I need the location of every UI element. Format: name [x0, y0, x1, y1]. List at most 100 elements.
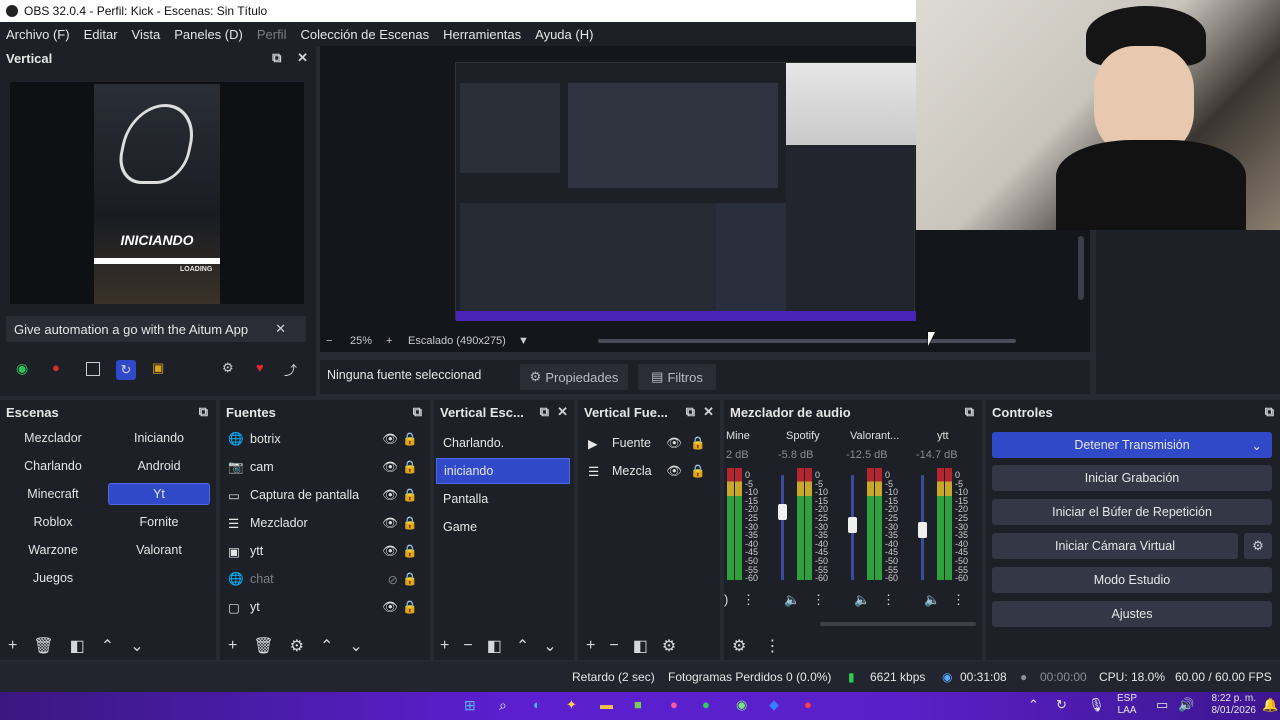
settings-button[interactable]: Ajustes — [992, 601, 1272, 627]
vertical-source-row[interactable]: ☰ Mezcla 👁 🔒 — [588, 458, 716, 484]
studio-mode-button[interactable]: Modo Estudio — [992, 567, 1272, 593]
volume-icon[interactable]: 🔊 — [1178, 697, 1194, 713]
trash-icon[interactable]: 🗑 — [253, 636, 273, 656]
float-icon[interactable]: ⧉ — [413, 404, 422, 420]
lock-icon[interactable]: 🔒 — [690, 436, 706, 451]
source-row[interactable]: 🌐 botrix 👁 🔒 — [228, 426, 428, 452]
zoom-in-button[interactable]: + — [386, 335, 392, 347]
folder-icon[interactable]: ▬ — [600, 697, 613, 712]
menu-perfil[interactable]: Perfil — [257, 27, 287, 42]
minecraft-icon[interactable]: ■ — [634, 697, 642, 712]
search-icon[interactable]: ⌕ — [499, 697, 507, 714]
add-icon[interactable]: + — [586, 637, 595, 655]
record-icon[interactable]: ● — [52, 360, 60, 375]
eye-icon[interactable]: 👁 — [382, 432, 398, 447]
share-icon[interactable]: ⤴ — [284, 360, 297, 379]
vertical-source-row[interactable]: ▶ Fuente 👁 🔒 — [588, 430, 716, 456]
chevron-up-icon[interactable]: ⌃ — [101, 636, 114, 656]
zoom-out-button[interactable]: − — [326, 335, 332, 347]
source-row[interactable]: ☰ Mezclador 👁 🔒 — [228, 510, 428, 536]
filter-icon[interactable]: ◧ — [487, 636, 502, 656]
lock-icon[interactable]: 🔒 — [402, 460, 418, 475]
edge-icon[interactable]: ◐ — [533, 697, 541, 712]
menu-herramientas[interactable]: Herramientas — [443, 27, 521, 42]
app-icon[interactable]: ◉ — [736, 697, 747, 713]
scene-roblox[interactable]: Roblox — [4, 511, 102, 533]
discord-icon[interactable]: ● — [670, 697, 678, 712]
scene-mezclador[interactable]: Mezclador — [4, 427, 102, 449]
source-row[interactable]: 📷 cam 👁 🔒 — [228, 454, 428, 480]
filter-icon[interactable]: ◧ — [70, 636, 85, 656]
float-icon[interactable]: ⧉ — [272, 50, 281, 66]
close-icon[interactable]: ✕ — [275, 321, 286, 337]
more-icon[interactable]: ⋮ — [742, 592, 755, 608]
chevron-down-icon[interactable]: ⌄ — [349, 636, 362, 656]
vertical-scene-iniciando[interactable]: iniciando — [436, 458, 570, 484]
filters-button[interactable]: ▤ Filtros — [638, 364, 716, 390]
start-replay-buffer-button[interactable]: Iniciar el Búfer de Repetición — [992, 499, 1272, 525]
sync-icon[interactable]: ↻ — [1056, 697, 1067, 713]
chevron-down-icon[interactable]: ⌄ — [130, 636, 143, 656]
stop-stream-button[interactable]: Detener Transmisión ⌄ — [992, 432, 1272, 458]
remove-icon[interactable]: − — [463, 637, 472, 655]
menu-paneles[interactable]: Paneles (D) — [174, 27, 243, 42]
eye-icon[interactable]: 👁 — [382, 544, 398, 559]
vertical-preview[interactable]: INICIANDO LOADING — [10, 82, 304, 304]
gear-icon[interactable]: ⚙ — [662, 636, 676, 656]
start-virtual-camera-button[interactable]: Iniciar Cámara Virtual — [992, 533, 1238, 559]
trash-icon[interactable]: 🗑 — [33, 636, 53, 656]
fader-knob[interactable] — [848, 517, 857, 533]
fader-knob[interactable] — [918, 522, 927, 539]
more-icon[interactable]: ⋮ — [882, 592, 895, 608]
notification-icon[interactable]: 🔔 — [1262, 697, 1278, 713]
chevron-down-icon[interactable]: ⌄ — [543, 636, 556, 656]
network-icon[interactable]: ▭ — [1156, 697, 1168, 713]
volume-icon[interactable]: 🔈 — [924, 592, 940, 608]
float-icon[interactable]: ⧉ — [965, 404, 974, 420]
scene-android[interactable]: Android — [108, 455, 210, 477]
eye-icon[interactable]: 👁 — [666, 436, 682, 451]
gear-icon[interactable]: ⚙ — [732, 636, 746, 656]
vertical-scene-pantalla[interactable]: Pantalla — [436, 486, 570, 512]
float-icon[interactable]: ⧉ — [1265, 404, 1274, 420]
add-icon[interactable]: + — [228, 637, 237, 655]
menu-archivo[interactable]: Archivo (F) — [6, 27, 70, 42]
remove-icon[interactable]: − — [609, 637, 618, 655]
replay-icon[interactable]: ↻ — [116, 360, 136, 380]
eye-icon[interactable]: 👁 — [382, 600, 398, 615]
source-row[interactable]: ▢ yt 👁 🔒 — [228, 594, 428, 620]
obs-icon[interactable]: ● — [804, 697, 812, 712]
volume-icon[interactable]: ) — [724, 592, 728, 607]
add-icon[interactable]: + — [440, 637, 449, 655]
preview-vscroll[interactable] — [1078, 236, 1084, 300]
eye-icon[interactable]: 👁 — [382, 488, 398, 503]
mixer-scrollbar[interactable] — [820, 622, 976, 626]
source-row[interactable]: ▣ ytt 👁 🔒 — [228, 538, 428, 564]
chevron-up-icon[interactable]: ⌃ — [516, 636, 529, 656]
gear-icon[interactable]: ⚙ — [1244, 533, 1272, 559]
copilot-icon[interactable]: ✦ — [566, 697, 577, 713]
eye-icon[interactable]: 👁 — [666, 464, 682, 479]
float-icon[interactable]: ⧉ — [199, 404, 208, 420]
eye-icon[interactable]: 👁 — [382, 516, 398, 531]
float-icon[interactable]: ⧉ — [540, 404, 549, 420]
lock-icon[interactable]: 🔒 — [402, 544, 418, 559]
source-row[interactable]: 🌐 chat ⊘ 🔒 — [228, 566, 428, 592]
mic-icon[interactable]: 🎙 — [1088, 697, 1105, 713]
vertical-scene-charlando[interactable]: Charlando. — [436, 430, 570, 456]
chevron-down-icon[interactable]: ▼ — [518, 335, 529, 347]
volume-icon[interactable]: 🔈 — [854, 592, 870, 608]
more-icon[interactable]: ⋮ — [764, 636, 780, 656]
lock-icon[interactable]: 🔒 — [690, 464, 706, 479]
scene-juegos[interactable]: Juegos — [4, 567, 102, 589]
windows-start-icon[interactable]: ⊞ — [464, 697, 476, 714]
source-row[interactable]: ▭ Captura de pantalla 👁 🔒 — [228, 482, 428, 508]
more-icon[interactable]: ⋮ — [952, 592, 965, 608]
eye-icon[interactable]: 👁 — [382, 460, 398, 475]
close-icon[interactable]: ✕ — [557, 404, 568, 420]
heart-icon[interactable]: ♥ — [256, 360, 264, 375]
app-icon[interactable]: ◆ — [769, 697, 779, 713]
scene-fornite[interactable]: Fornite — [108, 511, 210, 533]
menu-vista[interactable]: Vista — [132, 27, 161, 42]
scene-warzone[interactable]: Warzone — [4, 539, 102, 561]
